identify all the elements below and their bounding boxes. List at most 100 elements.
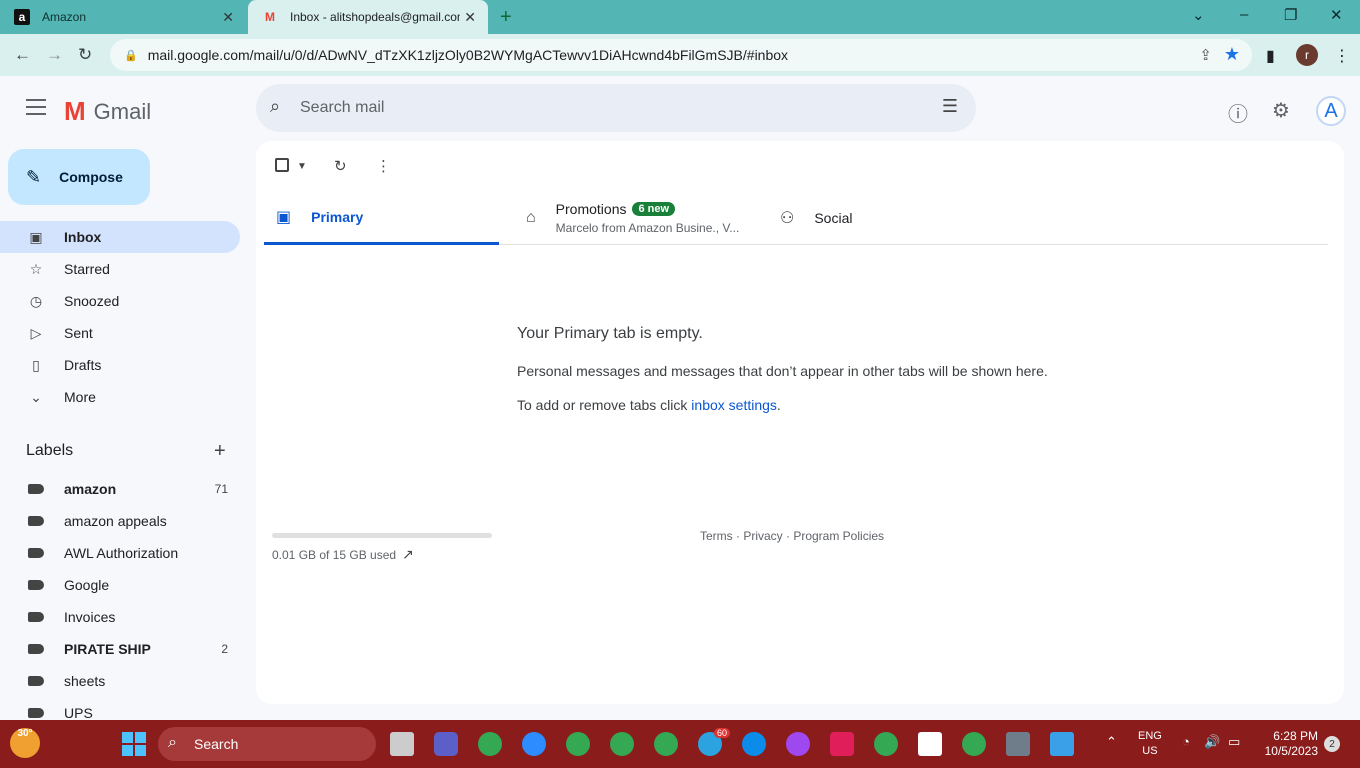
- bookmark-star-icon[interactable]: ★: [1224, 44, 1240, 65]
- snipping-tool-icon[interactable]: [918, 732, 942, 756]
- refresh-icon[interactable]: ↻: [334, 157, 347, 175]
- label-item[interactable]: Invoices: [0, 601, 256, 633]
- tab-title: Amazon: [42, 10, 87, 24]
- inbox-settings-link[interactable]: inbox settings: [691, 397, 777, 413]
- clock-time: 6:28 PM: [1273, 729, 1318, 743]
- calculator-icon[interactable]: [1006, 732, 1030, 756]
- tab-social[interactable]: ⚇ Social: [780, 191, 1020, 245]
- sidebar-item-drafts[interactable]: ▯ Drafts: [0, 349, 256, 381]
- sidebar-item-sent[interactable]: ▷ Sent: [0, 317, 256, 349]
- chrome-icon[interactable]: [566, 732, 590, 756]
- lock-icon[interactable]: 🔒: [124, 49, 138, 62]
- sidebar-item-snoozed[interactable]: ◷ Snoozed: [0, 285, 256, 317]
- browser-tab-gmail[interactable]: M Inbox - alitshopdeals@gmail.com ✕: [248, 0, 488, 34]
- open-external-icon[interactable]: ↗: [402, 546, 414, 563]
- forward-icon[interactable]: →: [46, 45, 63, 65]
- address-bar[interactable]: 🔒 mail.google.com/mail/u/0/d/ADwNV_dTzXK…: [110, 39, 1252, 71]
- windows-start-icon[interactable]: [122, 732, 146, 756]
- promotions-text: Promotions 6 new Marcelo from Amazon Bus…: [556, 201, 740, 235]
- reload-icon[interactable]: ↻: [78, 45, 92, 65]
- tray-chevron-up-icon[interactable]: ⌃: [1106, 734, 1117, 750]
- new-tab-icon[interactable]: +: [500, 6, 512, 29]
- sidebar-item-inbox[interactable]: ▣ Inbox: [0, 221, 240, 253]
- compose-button[interactable]: ✎ Compose: [8, 149, 150, 205]
- label-item[interactable]: Google: [0, 569, 256, 601]
- select-dropdown-icon[interactable]: ▼: [297, 161, 307, 172]
- back-icon[interactable]: ←: [14, 45, 31, 65]
- notification-badge[interactable]: 2: [1324, 736, 1340, 752]
- select-all-checkbox[interactable]: [275, 158, 289, 172]
- close-tab-icon[interactable]: ✕: [222, 9, 234, 26]
- search-icon: ⌕: [168, 734, 177, 751]
- create-label-icon[interactable]: +: [214, 440, 226, 463]
- edge-icon[interactable]: [742, 732, 766, 756]
- label-item[interactable]: sheets: [0, 665, 256, 697]
- storage-usage-bar: [272, 533, 492, 538]
- tab-search-chevron-icon[interactable]: ⌄: [1192, 6, 1205, 24]
- search-options-icon[interactable]: ☰: [942, 96, 958, 117]
- label-count: 71: [214, 482, 228, 496]
- label-tag-icon: [28, 612, 44, 622]
- gmail-logo[interactable]: M Gmail: [64, 96, 151, 127]
- chrome-icon[interactable]: [610, 732, 634, 756]
- restore-icon[interactable]: ❐: [1284, 6, 1297, 24]
- label-item[interactable]: PIRATE SHIP 2: [0, 633, 256, 665]
- chrome-icon[interactable]: [478, 732, 502, 756]
- empty-description: Personal messages and messages that don’…: [517, 363, 1048, 379]
- close-window-icon[interactable]: ✕: [1330, 6, 1343, 24]
- settings-gear-icon[interactable]: ⚙: [1272, 98, 1290, 123]
- label-name: Google: [64, 577, 110, 593]
- footer-links[interactable]: Terms · Privacy · Program Policies: [700, 529, 884, 543]
- chevron-down-icon: ⌄: [30, 388, 42, 405]
- tab-primary[interactable]: ▣ Primary: [264, 191, 499, 245]
- chrome-icon[interactable]: [962, 732, 986, 756]
- more-options-icon[interactable]: ⋮: [376, 157, 391, 175]
- browser-profile-avatar[interactable]: r: [1296, 44, 1318, 66]
- tab-promotions[interactable]: ⌂ Promotions 6 new Marcelo from Amazon B…: [526, 191, 766, 245]
- system-clock[interactable]: 6:28 PM 10/5/2023: [1256, 729, 1318, 759]
- tab-label: Social: [814, 210, 853, 226]
- meet-icon[interactable]: [434, 732, 458, 756]
- chrome-icon[interactable]: [654, 732, 678, 756]
- label-item[interactable]: AWL Authorization: [0, 537, 256, 569]
- chrome-icon[interactable]: [874, 732, 898, 756]
- wifi-icon[interactable]: ◔: [1182, 734, 1190, 749]
- label-name: amazon: [64, 481, 117, 497]
- messenger-icon[interactable]: [786, 732, 810, 756]
- volume-icon[interactable]: 🔊: [1204, 734, 1220, 750]
- sidebar-item-label: Starred: [64, 261, 110, 277]
- label-name: amazon appeals: [64, 513, 167, 529]
- label-item[interactable]: amazon appeals: [0, 505, 256, 537]
- taskbar-search[interactable]: ⌕ Search: [158, 727, 376, 761]
- empty-state: Your Primary tab is empty. Personal mess…: [517, 325, 1048, 431]
- battery-icon[interactable]: ▭: [1228, 734, 1240, 750]
- windows-taskbar: 30° ⌕ Search 60 ⌃ ENG US ◔ 🔊 ▭ 6:28 PM 1…: [0, 720, 1360, 768]
- zoom-icon[interactable]: [522, 732, 546, 756]
- sidebar-item-label: Snoozed: [64, 293, 120, 309]
- tab-label: Promotions: [555, 201, 627, 217]
- account-avatar[interactable]: A: [1316, 96, 1346, 126]
- minimize-icon[interactable]: –: [1240, 6, 1248, 23]
- search-mail-input[interactable]: ⌕ Search mail ☰: [256, 84, 976, 132]
- sidebar-item-more[interactable]: ⌄ More: [0, 381, 256, 413]
- side-panel-icon[interactable]: ▮: [1266, 46, 1275, 66]
- close-tab-icon[interactable]: ✕: [464, 9, 476, 26]
- language-indicator[interactable]: ENG US: [1138, 729, 1162, 759]
- clock-date: 10/5/2023: [1264, 744, 1318, 758]
- empty-settings-line: To add or remove tabs click inbox settin…: [517, 397, 1048, 413]
- slack-icon[interactable]: [830, 732, 854, 756]
- sidebar-item-starred[interactable]: ☆ Starred: [0, 253, 256, 285]
- share-icon[interactable]: ⇪: [1199, 46, 1212, 64]
- tag-icon: ⌂: [526, 209, 536, 226]
- main-menu-icon[interactable]: [26, 99, 46, 120]
- label-name: UPS: [64, 705, 93, 721]
- notepad-icon[interactable]: [1050, 732, 1074, 756]
- label-item[interactable]: amazon 71: [0, 473, 256, 505]
- help-icon[interactable]: ⓘ: [1228, 98, 1248, 127]
- file-explorer-icon[interactable]: [390, 732, 414, 756]
- browser-menu-icon[interactable]: ⋮: [1334, 46, 1350, 66]
- sidebar-item-label: Sent: [64, 325, 93, 341]
- search-icon[interactable]: ⌕: [270, 96, 280, 117]
- browser-tab-amazon[interactable]: a Amazon ✕: [0, 0, 246, 34]
- weather-widget[interactable]: 30°: [10, 728, 40, 758]
